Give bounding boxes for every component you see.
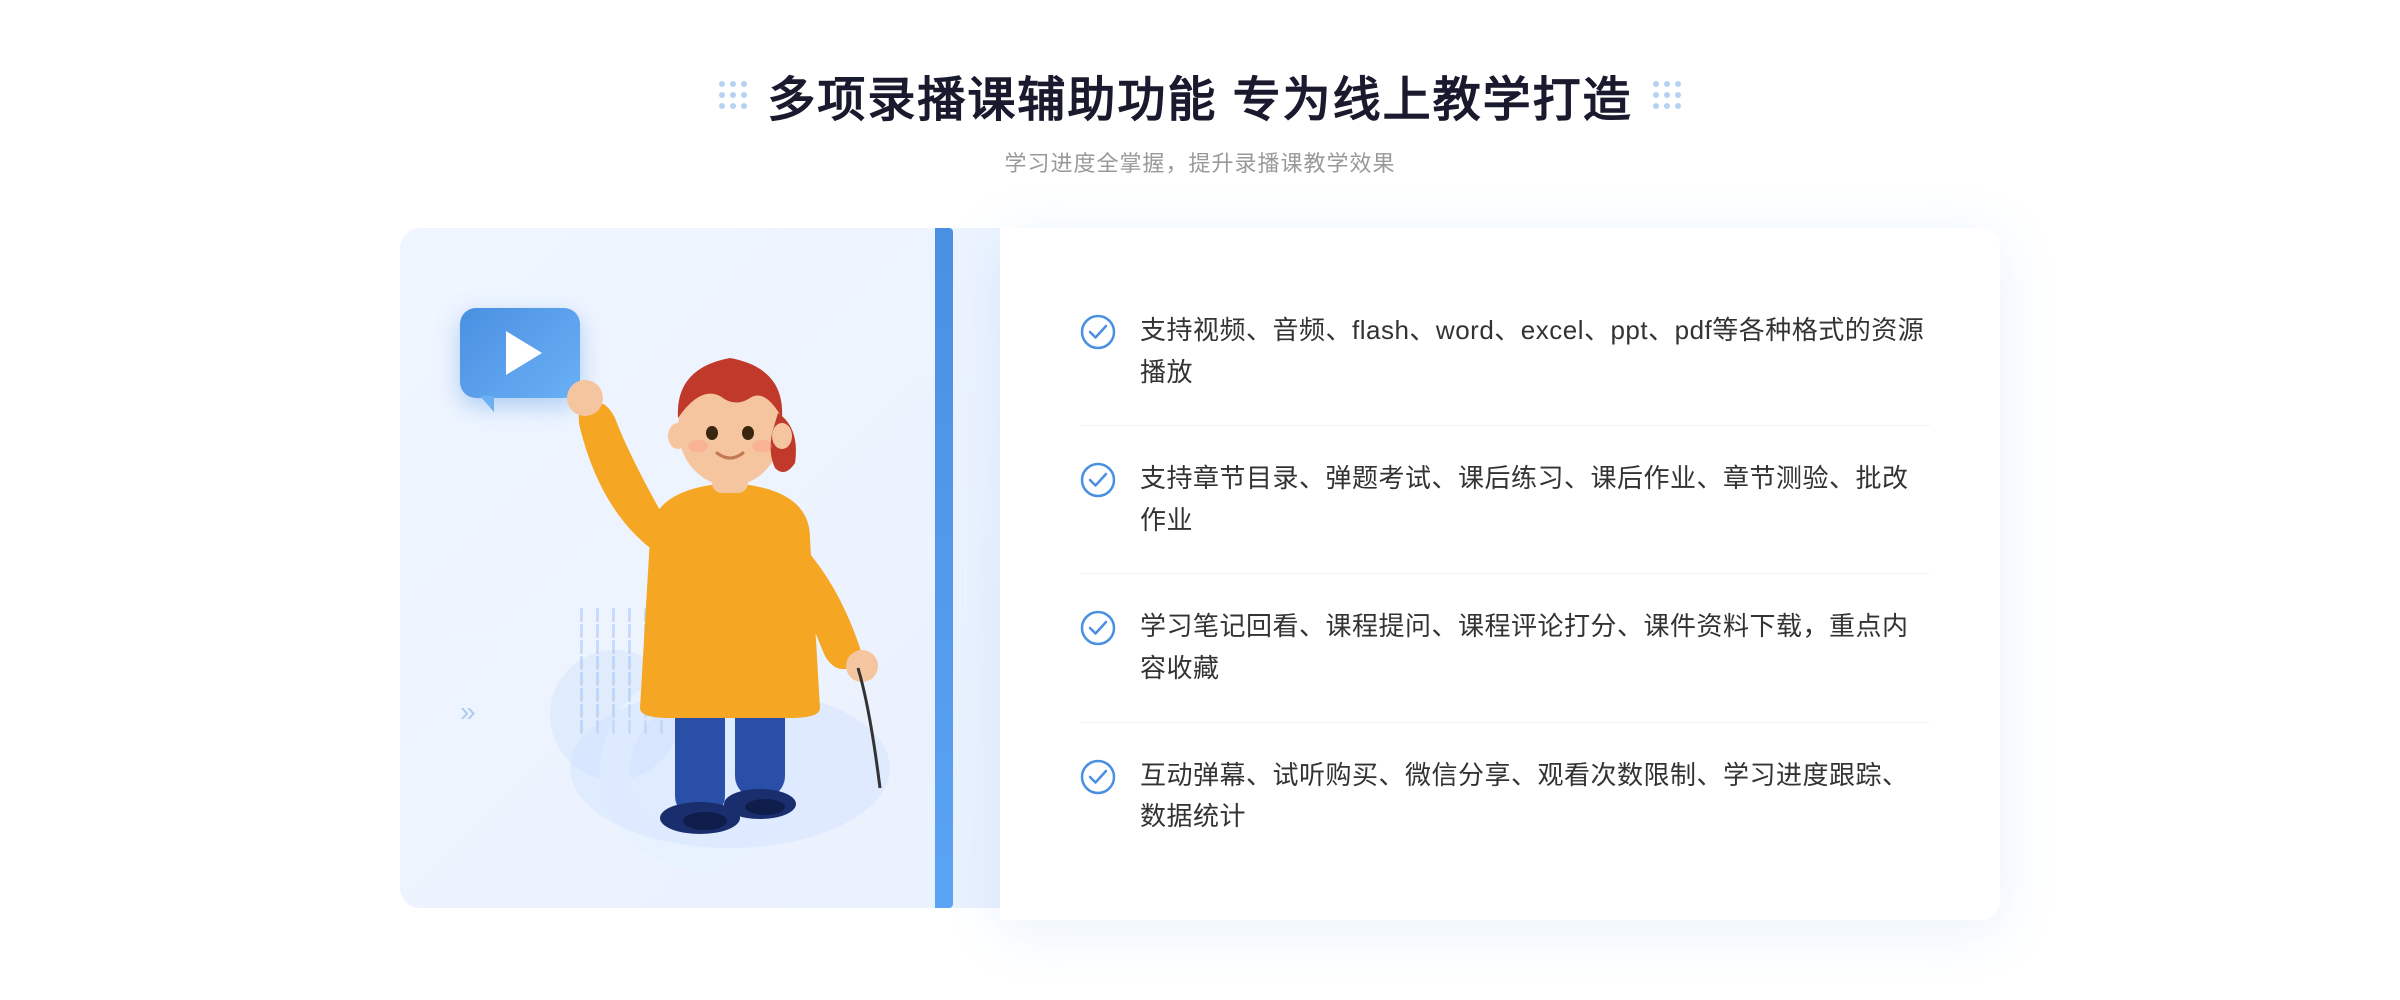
feature-text-1: 支持视频、音频、flash、word、excel、ppt、pdf等各种格式的资源…: [1140, 310, 1930, 393]
title-row: 多项录播课辅助功能 专为线上教学打造: [719, 60, 1680, 130]
feature-item-1: 支持视频、音频、flash、word、excel、ppt、pdf等各种格式的资源…: [1080, 278, 1930, 426]
title-dots-right: [1653, 81, 1681, 109]
title-section: 多项录播课辅助功能 专为线上教学打造 学习进度全掌握，提升录播课教学效果: [719, 60, 1680, 178]
check-icon-1: [1080, 314, 1116, 350]
person-illustration: [520, 288, 940, 888]
illustration-container: [400, 228, 1020, 920]
content-area: »: [400, 228, 2000, 920]
check-icon-2: [1080, 462, 1116, 498]
page-wrapper: 多项录播课辅助功能 专为线上教学打造 学习进度全掌握，提升录播课教学效果 »: [0, 0, 2400, 1000]
deco-chevrons: »: [460, 698, 476, 726]
feature-item-2: 支持章节目录、弹题考试、课后练习、课后作业、章节测验、批改作业: [1080, 426, 1930, 574]
title-dots-left: [719, 81, 747, 109]
figure-wrapper: [520, 288, 940, 888]
feature-text-4: 互动弹幕、试听购买、微信分享、观看次数限制、学习进度跟踪、数据统计: [1140, 755, 1930, 838]
features-panel: 支持视频、音频、flash、word、excel、ppt、pdf等各种格式的资源…: [1000, 228, 2000, 920]
check-icon-4: [1080, 759, 1116, 795]
feature-text-2: 支持章节目录、弹题考试、课后练习、课后作业、章节测验、批改作业: [1140, 458, 1930, 541]
feature-text-3: 学习笔记回看、课程提问、课程评论打分、课件资料下载，重点内容收藏: [1140, 606, 1930, 689]
blue-accent-bar: [935, 228, 953, 908]
feature-item-3: 学习笔记回看、课程提问、课程评论打分、课件资料下载，重点内容收藏: [1080, 574, 1930, 722]
feature-item-4: 互动弹幕、试听购买、微信分享、观看次数限制、学习进度跟踪、数据统计: [1080, 723, 1930, 870]
main-title: 多项录播课辅助功能 专为线上教学打造: [767, 60, 1632, 130]
check-icon-3: [1080, 610, 1116, 646]
sub-title: 学习进度全掌握，提升录播课教学效果: [1004, 146, 1395, 178]
